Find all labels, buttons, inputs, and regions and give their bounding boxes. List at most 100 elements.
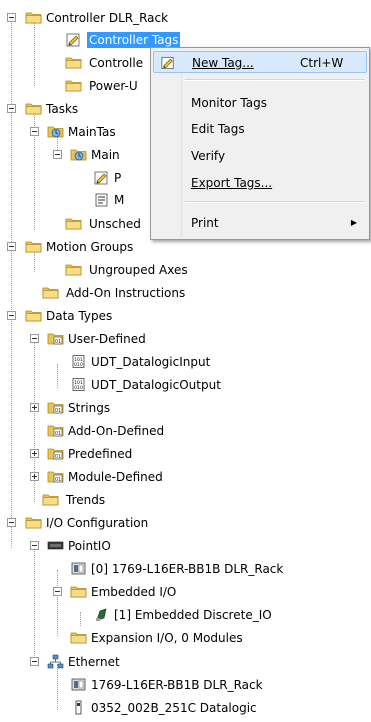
collapse-toggle[interactable] [30, 334, 39, 343]
menu-item-export-tags[interactable]: Export Tags... [153, 172, 367, 194]
expand-toggle[interactable] [30, 472, 39, 481]
menu-item-label: Export Tags... [191, 176, 273, 190]
node-label: 0352_002B_251C Datalogic [91, 701, 257, 715]
collapse-toggle[interactable] [7, 518, 16, 527]
collapse-toggle[interactable] [7, 311, 16, 320]
expand-toggle[interactable] [30, 449, 39, 458]
collapse-toggle[interactable] [7, 104, 16, 113]
node-label: UDT_DatalogicOutput [91, 378, 221, 392]
menu-separator [185, 201, 365, 203]
node-label: [1] Embedded Discrete_IO [114, 608, 272, 622]
menu-item-monitor-tags[interactable]: Monitor Tags [153, 92, 367, 114]
tree-node-io-configuration[interactable]: I/O Configuration [0, 513, 371, 533]
datatype-folder-icon [47, 331, 64, 346]
folder-icon [65, 78, 82, 93]
node-label: PointIO [68, 539, 111, 553]
folder-icon [70, 630, 87, 645]
submenu-arrow-icon: ▶ [350, 218, 357, 227]
tree-node-udt-output[interactable]: UDT_DatalogicOutput [0, 375, 371, 395]
collapse-toggle[interactable] [53, 150, 62, 159]
tree-node-controller[interactable]: Controller DLR_Rack [0, 8, 371, 28]
datatype-folder-icon [47, 469, 64, 484]
menu-item-edit-tags[interactable]: Edit Tags [153, 118, 367, 140]
datatype-folder-icon [47, 423, 64, 438]
node-label: Controller DLR_Rack [46, 11, 169, 25]
menu-item-verify[interactable]: Verify [153, 145, 367, 167]
menu-item-label: Monitor Tags [191, 96, 267, 110]
node-label: UDT_DatalogicInput [91, 355, 211, 369]
node-label: Predefined [68, 447, 133, 461]
menu-item-new-tag[interactable]: New Tag... Ctrl+W [153, 51, 367, 73]
node-label: Strings [68, 401, 111, 415]
tree-node-controller-module[interactable]: [0] 1769-L16ER-BB1B DLR_Rack [0, 559, 371, 579]
folder-icon [65, 262, 82, 277]
folder-icon [25, 308, 42, 323]
menu-item-print[interactable]: Print ▶ [153, 212, 367, 234]
folder-icon [25, 10, 42, 25]
context-menu: New Tag... Ctrl+W Monitor Tags Edit Tags… [150, 47, 370, 240]
node-label: Trends [66, 493, 106, 507]
tree-node-datalogic-device[interactable]: 0352_002B_251C Datalogic [0, 698, 371, 718]
collapse-toggle[interactable] [7, 242, 16, 251]
node-label: Controller Tags [87, 32, 181, 48]
tree-node-motion-groups[interactable]: Motion Groups [0, 237, 371, 257]
tags-icon [65, 32, 82, 47]
new-tag-icon [160, 55, 176, 70]
node-label: Motion Groups [46, 240, 134, 254]
tree-node-trends[interactable]: Trends [0, 490, 371, 510]
node-label: P [114, 171, 122, 185]
tree-node-udt-input[interactable]: UDT_DatalogicInput [0, 352, 371, 372]
node-label: Ungrouped Axes [89, 263, 188, 277]
folder-icon [25, 515, 42, 530]
node-label: Unsched [89, 217, 141, 231]
tree-node-embedded-io[interactable]: Embedded I/O [0, 582, 371, 602]
folder-icon [65, 216, 82, 231]
node-label: Expansion I/O, 0 Modules [91, 631, 243, 645]
tree-node-ethernet[interactable]: Ethernet [0, 652, 371, 672]
node-label: Main [91, 148, 120, 162]
node-label: Ethernet [68, 655, 120, 669]
collapse-toggle[interactable] [30, 657, 39, 666]
folder-icon [70, 584, 87, 599]
tree-node-embedded-discrete-io[interactable]: [1] Embedded Discrete_IO [0, 605, 371, 625]
folder-icon [65, 55, 82, 70]
tree-guide-line [57, 570, 58, 636]
shortcut-label: Ctrl+W [300, 56, 344, 70]
tree-node-ethernet-controller[interactable]: 1769-L16ER-BB1B DLR_Rack [0, 675, 371, 695]
tags-icon [93, 170, 110, 185]
collapse-toggle[interactable] [53, 587, 62, 596]
module-icon [70, 561, 87, 576]
tree-node-strings[interactable]: Strings [0, 398, 371, 418]
device-icon [70, 700, 87, 715]
tree-node-pointio[interactable]: PointIO [0, 536, 371, 556]
tree-node-ungrouped-axes[interactable]: Ungrouped Axes [0, 260, 371, 280]
folder-icon [25, 101, 42, 116]
node-label: Tasks [46, 102, 79, 116]
collapse-toggle[interactable] [7, 13, 16, 22]
tree-node-user-defined[interactable]: User-Defined [0, 329, 371, 349]
tree-node-expansion-io[interactable]: Expansion I/O, 0 Modules [0, 628, 371, 648]
module-icon [70, 677, 87, 692]
node-label: User-Defined [68, 332, 146, 346]
tree-node-add-on-defined[interactable]: Add-On-Defined [0, 421, 371, 441]
menu-gutter [181, 50, 182, 237]
node-label: Controlle [89, 56, 144, 70]
node-label: MainTas [68, 125, 116, 139]
node-label: Data Types [46, 309, 113, 323]
udt-icon [70, 354, 87, 369]
routine-icon [93, 192, 110, 207]
tree-node-data-types[interactable]: Data Types [0, 306, 371, 326]
collapse-toggle[interactable] [30, 541, 39, 550]
folder-icon [42, 492, 59, 507]
tree-node-module-defined[interactable]: Module-Defined [0, 467, 371, 487]
node-label: [0] 1769-L16ER-BB1B DLR_Rack [91, 562, 284, 576]
node-label: Power-U [89, 79, 138, 93]
expand-toggle[interactable] [30, 403, 39, 412]
node-label: Module-Defined [68, 470, 163, 484]
node-label: 1769-L16ER-BB1B DLR_Rack [91, 678, 263, 692]
tree-node-add-on-instructions[interactable]: Add-On Instructions [0, 283, 371, 303]
collapse-toggle[interactable] [30, 127, 39, 136]
tree-node-predefined[interactable]: Predefined [0, 444, 371, 464]
node-label: Add-On Instructions [66, 286, 186, 300]
network-icon [47, 654, 64, 669]
